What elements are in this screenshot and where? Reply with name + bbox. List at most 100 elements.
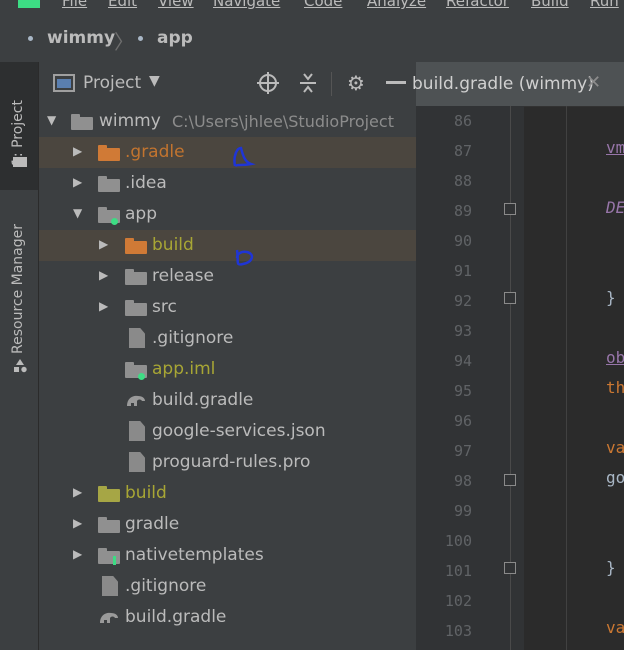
tree-row[interactable]: .gitignore [39, 323, 416, 354]
tree-label: .idea [125, 173, 167, 193]
tree-row[interactable]: ▶ src [39, 292, 416, 323]
line-number: 95 [453, 382, 472, 400]
collapsed-arrow-icon[interactable]: ▶ [99, 268, 108, 282]
tree-label: wimmy [99, 111, 161, 131]
handwritten-mark-icon [235, 249, 254, 266]
line-number: 87 [453, 142, 472, 160]
file-icon [102, 576, 118, 596]
project-panel: Project ▼ ⚙ ▼ wimmy C:\Users\jhlee\Studi… [39, 62, 416, 650]
fold-marker-icon[interactable] [504, 292, 516, 304]
chevron-right-icon: 〉 [114, 30, 134, 54]
editor-tab-label: build.gradle (wimmy) [412, 74, 594, 94]
close-icon[interactable]: ✕ [586, 72, 601, 93]
code-token: va [606, 618, 624, 637]
header-divider [331, 72, 332, 96]
collapsed-arrow-icon[interactable]: ▶ [73, 547, 82, 561]
tree-row[interactable]: ▶ nativetemplates [39, 540, 416, 571]
breadcrumb-project[interactable]: wimmy [28, 28, 115, 48]
folder-icon [125, 238, 147, 254]
line-number: 103 [444, 622, 472, 640]
tree-row[interactable]: ▶ .gradle [39, 137, 416, 168]
tree-row[interactable]: build.gradle [39, 602, 416, 633]
tree-row-root[interactable]: ▼ wimmy C:\Users\jhlee\StudioProject [39, 106, 416, 137]
tree-label: .gitignore [152, 328, 234, 348]
tree-row[interactable]: ▶ build [39, 478, 416, 509]
tree-row[interactable]: ▶ .idea [39, 168, 416, 199]
line-number: 99 [453, 502, 472, 520]
breadcrumb-module-label: app [157, 28, 193, 48]
code-token: DE [606, 198, 624, 217]
line-number: 90 [453, 232, 472, 250]
collapse-all-icon[interactable] [295, 70, 321, 96]
editor-tab[interactable]: build.gradle (wimmy) ✕ [412, 62, 624, 106]
editor-tab-bar: build.gradle (wimmy) ✕ [412, 62, 624, 107]
line-number: 96 [453, 412, 472, 430]
tree-row[interactable]: .gitignore [39, 571, 416, 602]
minimize-icon[interactable] [383, 70, 409, 96]
handwritten-mark-icon [233, 146, 256, 168]
menu-bar: File Edit View Navigate Code Analyze Ref… [0, 0, 624, 12]
line-number: 89 [453, 202, 472, 220]
expanded-arrow-icon[interactable]: ▼ [73, 206, 82, 220]
text-file-icon [129, 452, 145, 472]
tool-tab-project-label: 1: Project [10, 100, 26, 166]
tree-row[interactable]: ▼ app [39, 199, 416, 230]
gear-icon[interactable]: ⚙ [343, 70, 369, 96]
tool-tab-resource-label: Resource Manager [10, 223, 26, 354]
collapsed-arrow-icon[interactable]: ▶ [99, 299, 108, 313]
breadcrumb-module[interactable]: app [138, 28, 193, 48]
tree-row[interactable]: app.iml [39, 354, 416, 385]
line-number: 94 [453, 352, 472, 370]
collapsed-arrow-icon[interactable]: ▶ [73, 516, 82, 530]
caret-down-icon[interactable]: ▼ [149, 73, 160, 89]
line-number: 101 [444, 562, 472, 580]
tree-row[interactable]: proguard-rules.pro [39, 447, 416, 478]
tree-row[interactable]: ▶ release [39, 261, 416, 292]
tree-label: build.gradle [152, 390, 254, 410]
tree-label: build [152, 235, 194, 255]
collapsed-arrow-icon[interactable]: ▶ [73, 144, 82, 158]
tree-row[interactable]: google-services.json [39, 416, 416, 447]
tree-label: .gitignore [125, 576, 207, 596]
tree-label: build.gradle [125, 607, 227, 627]
menu-edit[interactable]: Edit [108, 0, 137, 10]
menu-run[interactable]: Run [590, 0, 619, 10]
folder-icon [13, 157, 27, 167]
menu-file[interactable]: File [62, 0, 87, 10]
menu-navigate[interactable]: Navigate [213, 0, 280, 10]
folder-icon [125, 300, 147, 316]
expanded-arrow-icon[interactable]: ▼ [47, 113, 56, 127]
fold-marker-icon[interactable] [504, 562, 516, 574]
tool-tab-resource-manager[interactable]: Resource Manager [0, 202, 38, 382]
code-token: th [606, 378, 624, 397]
tree-row[interactable]: build.gradle [39, 385, 416, 416]
folder-icon [98, 145, 120, 161]
folder-icon [125, 269, 147, 285]
file-icon [129, 328, 145, 348]
line-number: 88 [453, 172, 472, 190]
menu-build[interactable]: Build [531, 0, 569, 10]
project-panel-header: Project ▼ ⚙ [39, 62, 416, 106]
project-view-selector[interactable]: Project [83, 73, 141, 93]
collapsed-arrow-icon[interactable]: ▶ [73, 485, 82, 499]
tree-row[interactable]: ▶ build [39, 230, 416, 261]
resource-icon [14, 359, 27, 373]
module-icon [138, 35, 143, 41]
fold-marker-icon[interactable] [504, 203, 516, 215]
folder-icon [98, 176, 120, 192]
menu-refactor[interactable]: Refactor [446, 0, 509, 10]
line-number: 91 [453, 262, 472, 280]
menu-view[interactable]: View [158, 0, 194, 10]
code-token: } [606, 558, 616, 577]
tree-label: app.iml [152, 359, 216, 379]
tree-row[interactable]: ▶ gradle [39, 509, 416, 540]
tool-tab-project[interactable]: 1: Project [0, 62, 38, 190]
collapsed-arrow-icon[interactable]: ▶ [73, 175, 82, 189]
menu-code[interactable]: Code [304, 0, 342, 10]
locate-icon[interactable] [255, 70, 281, 96]
root-path: C:\Users\jhlee\StudioProject [172, 112, 394, 131]
code-token: } [606, 288, 616, 307]
collapsed-arrow-icon[interactable]: ▶ [99, 237, 108, 251]
fold-marker-icon[interactable] [504, 474, 516, 486]
menu-analyze[interactable]: Analyze [367, 0, 426, 10]
